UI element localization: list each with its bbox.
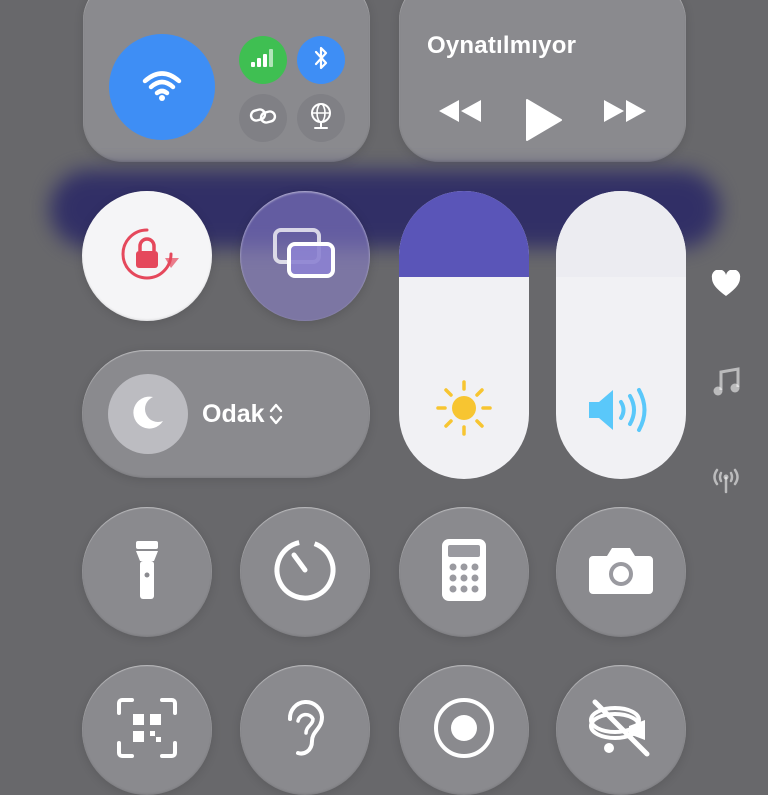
now-playing-panel[interactable]: Oynatılmıyor [399,0,686,162]
brightness-slider-top [399,191,529,278]
qr-code-scanner-icon [116,697,178,764]
silent-mode-icon [585,696,657,765]
hearing-icon [282,697,328,764]
now-playing-title: Oynatılmıyor [427,32,577,59]
volume-slider-top [556,191,686,278]
silent-mode-button[interactable] [556,665,686,795]
flashlight-icon [132,539,162,606]
calculator-icon [440,537,488,608]
volume-slider[interactable] [556,191,686,479]
antenna-icon [709,464,743,499]
bluetooth-icon [313,46,329,75]
fast-forward-button[interactable] [602,98,648,129]
screen-recording-button[interactable] [399,665,529,795]
music-note-icon [711,366,741,403]
volume-icon-wrap [556,382,686,443]
orientation-lock-icon [109,216,185,297]
flashlight-button[interactable] [82,507,212,637]
link-icon [249,106,277,131]
code-scanner-button[interactable] [82,665,212,795]
hearing-button[interactable] [240,665,370,795]
bluetooth-toggle[interactable] [297,36,345,84]
wifi-toggle[interactable] [109,34,215,140]
calculator-button[interactable] [399,507,529,637]
camera-button[interactable] [556,507,686,637]
orientation-lock-toggle[interactable] [82,191,212,321]
focus-label: Odak [202,400,265,428]
brightness-slider[interactable] [399,191,529,479]
focus-button[interactable]: Odak [82,350,370,478]
chevron-up-down-icon [269,402,283,431]
screen-mirroring-button[interactable] [240,191,370,321]
wifi-icon [142,68,182,107]
favorites-indicator [708,268,744,304]
globe-icon [308,102,334,135]
cellular-signal-icon [250,48,276,73]
brightness-icon-wrap [399,378,529,443]
rewind-button[interactable] [437,98,483,129]
timer-icon [272,537,338,608]
cellular-data-toggle[interactable] [239,36,287,84]
vpn-toggle[interactable] [297,94,345,142]
play-button[interactable] [523,98,563,147]
camera-icon [587,544,655,601]
focus-moon-circle [108,374,188,454]
timer-button[interactable] [240,507,370,637]
screen-recording-icon [433,697,495,764]
heart-icon [711,268,741,303]
play-icon [523,99,563,146]
personal-hotspot-toggle[interactable] [239,94,287,142]
connectivity-panel [83,0,370,162]
music-indicator [708,366,744,402]
speaker-icon [585,382,657,443]
connectivity-indicator [708,463,744,499]
fast-forward-icon [602,100,648,128]
rewind-icon [437,100,483,128]
sun-icon [434,378,494,443]
moon-icon [129,393,167,436]
screen-mirroring-icon [271,226,339,287]
